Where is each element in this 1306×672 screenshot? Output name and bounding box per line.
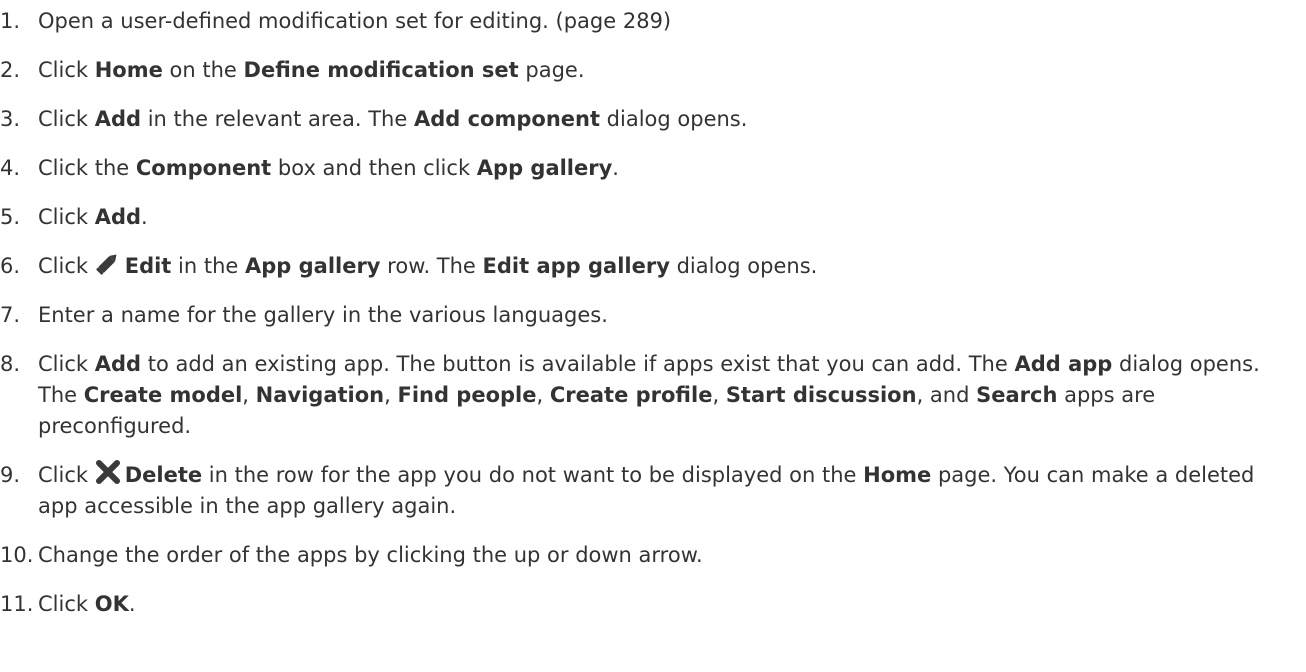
ui-term: Add [94, 352, 142, 376]
ui-term: Add [94, 205, 142, 229]
step-text: in the row for the app you do not want t… [202, 463, 864, 487]
ui-term: Home [94, 58, 163, 82]
step-text: , [242, 383, 256, 407]
ui-term: App gallery [476, 156, 613, 180]
step-number: 1. [0, 9, 21, 33]
step-item: 11. Click OK. [0, 589, 1293, 620]
step-text: Click [38, 463, 95, 487]
step-text: Click [38, 58, 95, 82]
step-number: 8. [0, 352, 21, 376]
step-text: in the [171, 254, 245, 278]
step-text: Click [38, 254, 95, 278]
step-item: 1. Open a user-defined modification set f… [0, 6, 1293, 37]
step-item: 10. Change the order of the apps by click… [0, 540, 1293, 571]
step-text: Click [38, 205, 95, 229]
step-text: dialog opens. [669, 254, 818, 278]
procedure-steps: 1. Open a user-defined modification set f… [0, 0, 1306, 620]
step-number: 9. [0, 463, 21, 487]
step-text: Open a user-defined modification set for… [38, 9, 672, 33]
ui-term: Component [135, 156, 272, 180]
step-number: 6. [0, 254, 21, 278]
step-text: Enter a name for the gallery in the vari… [38, 303, 608, 327]
pencil-icon [95, 251, 121, 275]
step-text: Click [38, 107, 95, 131]
ui-term: Navigation [255, 383, 385, 407]
ui-term: Add [94, 107, 142, 131]
step-text: page. [518, 58, 585, 82]
step-item: 8. Click Add to add an existing app. The … [0, 349, 1293, 442]
ui-term: App gallery [244, 254, 381, 278]
ui-term: Add component [413, 107, 600, 131]
step-text: on the [162, 58, 244, 82]
step-text: . [612, 156, 619, 180]
step-item: 9. Click Delete in the row for the app yo… [0, 460, 1293, 522]
step-text: , and [916, 383, 977, 407]
ui-term: Find people [397, 383, 537, 407]
ui-term: Search [976, 383, 1058, 407]
ui-term: Home [863, 463, 932, 487]
step-text: . [128, 592, 136, 616]
step-text: box and then click [271, 156, 477, 180]
step-number: 2. [0, 58, 21, 82]
ui-term: Create model [83, 383, 243, 407]
step-text: . [141, 205, 148, 229]
delete-x-icon [95, 460, 121, 484]
step-text: , [384, 383, 398, 407]
step-text: in the relevant area. The [141, 107, 414, 131]
ui-term: Add app [1014, 352, 1113, 376]
ui-term: Edit [124, 254, 172, 278]
step-text: Click the [38, 156, 136, 180]
step-text: Click [38, 352, 95, 376]
step-number: 3. [0, 107, 21, 131]
step-text: , [712, 383, 726, 407]
ui-term: Delete [124, 463, 203, 487]
step-number: 7. [0, 303, 21, 327]
step-text: dialog opens. [600, 107, 748, 131]
document-page: { "steps": [ { "number": "1.", "parts": … [0, 0, 1306, 672]
step-number: 5. [0, 205, 21, 229]
ui-term: Create profile [549, 383, 713, 407]
step-number: 4. [0, 156, 21, 180]
step-item: 4. Click the Component box and then click… [0, 153, 1293, 184]
step-item: 3. Click Add in the relevant area. The Ad… [0, 104, 1293, 135]
step-number: 10. [0, 543, 34, 567]
ui-term: OK [94, 592, 129, 616]
step-item: 7. Enter a name for the gallery in the va… [0, 300, 1293, 331]
step-text: Click [38, 592, 95, 616]
step-item: 5. Click Add. [0, 202, 1293, 233]
ui-term: Edit app gallery [482, 254, 670, 278]
ui-term: Define modification set [243, 58, 519, 82]
step-number: 11. [0, 592, 34, 616]
step-text: , [536, 383, 550, 407]
step-item: 2. Click Home on the Define modification … [0, 55, 1293, 86]
step-item: 6. Click Edit in the App gallery row. The… [0, 251, 1293, 282]
step-text: row. The [380, 254, 483, 278]
step-text: Change the order of the apps by clicking… [38, 543, 703, 567]
step-text: to add an existing app. The button is av… [141, 352, 1015, 376]
ui-term: Start discussion [725, 383, 917, 407]
